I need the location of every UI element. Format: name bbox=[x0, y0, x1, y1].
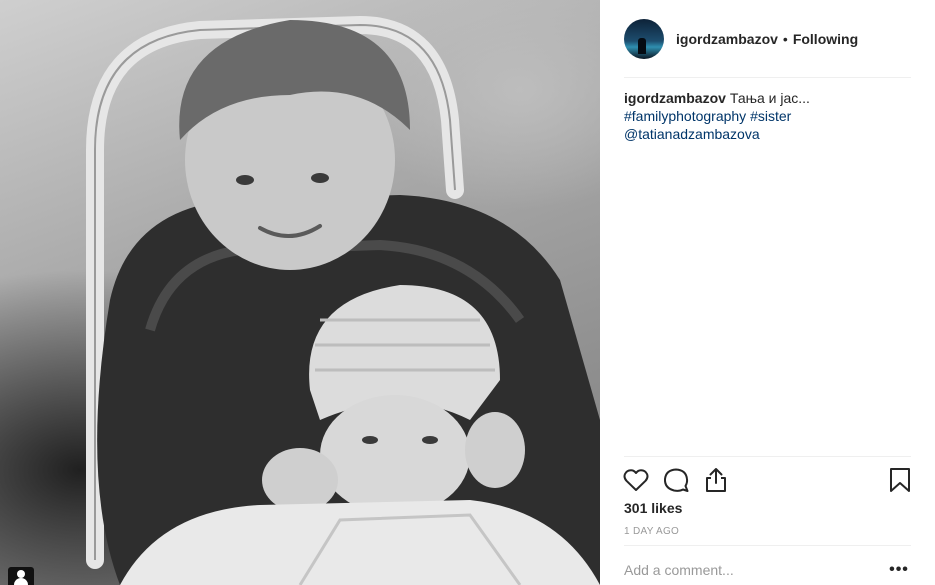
hashtag-sister[interactable]: #sister bbox=[750, 108, 791, 124]
save-button[interactable] bbox=[887, 466, 913, 494]
comment-input[interactable] bbox=[624, 562, 887, 578]
post-timestamp[interactable]: 1 DAY AGO bbox=[624, 526, 679, 537]
heart-icon bbox=[623, 469, 649, 491]
bookmark-icon bbox=[890, 468, 910, 492]
profile-user-icon[interactable] bbox=[8, 567, 34, 585]
header-separator: • bbox=[782, 31, 788, 47]
photo-illustration bbox=[86, 15, 600, 585]
post-sidebar: igordzambazov • Following igordzambazov Т… bbox=[600, 0, 935, 585]
caption-text: Тања и јас... bbox=[729, 90, 810, 106]
comment-bubble-icon bbox=[663, 468, 689, 492]
like-button[interactable] bbox=[622, 466, 650, 494]
share-button[interactable] bbox=[702, 466, 730, 494]
caption-username[interactable]: igordzambazov bbox=[624, 90, 726, 106]
mention-tatianadzambazova[interactable]: @tatianadzambazova bbox=[624, 126, 760, 142]
hashtag-familyphotography[interactable]: #familyphotography bbox=[624, 108, 746, 124]
header-divider bbox=[624, 77, 911, 78]
comment-button[interactable] bbox=[662, 466, 690, 494]
more-options-button[interactable]: ••• bbox=[887, 560, 911, 580]
likes-count[interactable]: 301 likes bbox=[624, 500, 682, 516]
post-caption: igordzambazov Тања и јас... #familyphotog… bbox=[624, 89, 914, 143]
post-header: igordzambazov • Following bbox=[600, 0, 935, 78]
share-icon bbox=[706, 468, 726, 492]
comment-form: ••• bbox=[624, 555, 911, 585]
comment-divider bbox=[624, 545, 911, 546]
post-actions bbox=[622, 466, 742, 494]
post-photo[interactable] bbox=[0, 0, 600, 585]
author-avatar[interactable] bbox=[624, 19, 664, 59]
author-username[interactable]: igordzambazov bbox=[676, 31, 778, 47]
actions-divider bbox=[624, 456, 911, 457]
following-button[interactable]: Following bbox=[793, 31, 858, 47]
